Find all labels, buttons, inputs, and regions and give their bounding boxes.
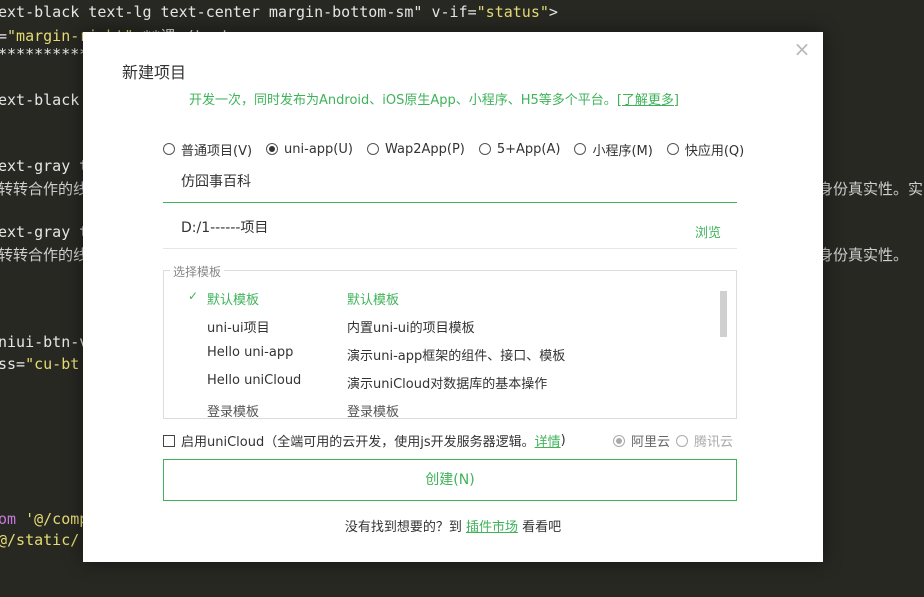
code-line: 身份真实性。实 — [818, 180, 924, 198]
template-selector: 选择模板 ✓ 默认模板 默认模板 uni-ui项目 内置uni-ui的项目模板 … — [163, 263, 737, 419]
new-project-dialog: × 新建项目 开发一次，同时发布为Android、iOS原生App、小程序、H5… — [83, 32, 823, 562]
template-desc: 登录模板 — [347, 405, 400, 417]
type-label: 普通项目(V) — [181, 143, 253, 159]
type-quick-app[interactable]: 快应用(Q) — [666, 140, 745, 159]
close-icon[interactable]: × — [793, 39, 811, 59]
radio-icon[interactable] — [666, 143, 679, 155]
footer-suffix: 看看吧 — [518, 520, 562, 535]
code-line: niui-btn-v — [0, 333, 89, 351]
template-list[interactable]: ✓ 默认模板 默认模板 uni-ui项目 内置uni-ui的项目模板 Hello… — [164, 289, 724, 417]
template-row[interactable]: uni-ui项目 内置uni-ui的项目模板 — [164, 317, 724, 345]
radio-checked-icon[interactable] — [266, 143, 279, 155]
type-label: uni-app(U) — [284, 141, 353, 157]
radio-icon[interactable] — [478, 143, 491, 155]
radio-checked-icon[interactable] — [613, 434, 625, 447]
project-path-input[interactable] — [181, 219, 661, 235]
type-label: 快应用(Q) — [684, 143, 745, 159]
code-line: ext-gray t — [0, 223, 89, 241]
code-line: ss="cu-bt — [0, 355, 80, 373]
template-name: 登录模板 — [207, 405, 260, 417]
radio-icon[interactable] — [163, 143, 175, 155]
subtitle-text: 开发一次，同时发布为Android、iOS原生App、小程序、H5等多个平台。 — [189, 93, 617, 108]
unicloud-label: 启用uniCloud（全端可用的云开发，使用js开发服务器逻辑。 — [181, 435, 535, 450]
unicloud-details-link[interactable]: 详情 — [535, 431, 561, 450]
provider-label: 腾讯云 — [694, 435, 734, 450]
type-uni-app[interactable]: uni-app(U) — [266, 140, 353, 158]
type-normal-project[interactable]: 普通项目(V) — [163, 140, 253, 159]
code-line: ext-black — [0, 91, 80, 109]
unicloud-checkbox[interactable] — [163, 434, 175, 447]
code-line: 转转合作的线 — [0, 246, 89, 264]
type-wap2app[interactable]: Wap2App(P) — [366, 140, 465, 158]
provider-aliyun[interactable]: 阿里云 — [613, 431, 670, 450]
type-mini-program[interactable]: 小程序(M) — [574, 140, 653, 159]
checkmark-icon: ✓ — [188, 289, 199, 303]
template-row[interactable]: Hello uni-app 演示uni-app框架的组件、接口、模板 — [164, 345, 724, 373]
template-row[interactable]: ✓ 默认模板 默认模板 — [164, 289, 724, 317]
template-scrollbar[interactable] — [720, 291, 727, 337]
type-label: Wap2App(P) — [384, 141, 465, 157]
project-name-input[interactable] — [181, 173, 741, 189]
template-name: 默认模板 — [207, 293, 260, 308]
template-desc: 演示uniCloud对数据库的基本操作 — [347, 377, 548, 392]
template-row[interactable]: 登录模板 登录模板 — [164, 401, 724, 417]
type-label: 5+App(A) — [496, 141, 561, 157]
provider-tencent[interactable]: 腾讯云 — [676, 431, 733, 450]
provider-label: 阿里云 — [631, 435, 671, 450]
code-line: ext-black text-lg text-center margin-bot… — [0, 3, 558, 21]
type-5plus-app[interactable]: 5+App(A) — [478, 140, 561, 158]
radio-icon[interactable] — [366, 143, 379, 155]
project-type-group: 普通项目(V) uni-app(U) Wap2App(P) 5+App(A) 小… — [163, 140, 758, 159]
code-line: 身份真实性。 — [818, 246, 909, 264]
radio-icon[interactable] — [574, 143, 587, 155]
template-row[interactable]: Hello uniCloud 演示uniCloud对数据库的基本操作 — [164, 373, 724, 401]
code-line: @/static/ — [0, 531, 80, 549]
project-name-field — [163, 167, 741, 203]
browse-button[interactable]: 浏览 — [695, 222, 721, 241]
code-line: 转转合作的线 — [0, 180, 89, 198]
unicloud-option: 启用uniCloud（全端可用的云开发，使用js开发服务器逻辑。 详情) — [163, 431, 566, 450]
plugin-market-link[interactable]: 插件市场 — [466, 520, 518, 535]
unicloud-close-paren: ) — [560, 433, 566, 448]
footer-prefix: 没有找到想要的？到 — [344, 520, 466, 535]
type-label: 小程序(M) — [592, 143, 653, 159]
project-path-field: 浏览 — [163, 213, 737, 249]
radio-icon[interactable] — [676, 434, 689, 447]
dialog-title: 新建项目 — [122, 63, 187, 82]
template-desc: 内置uni-ui的项目模板 — [347, 321, 475, 336]
footer-hint: 没有找到想要的？到 插件市场 看看吧 — [83, 516, 823, 535]
learn-more-link[interactable]: [了解更多] — [617, 93, 679, 108]
dialog-subtitle: 开发一次，同时发布为Android、iOS原生App、小程序、H5等多个平台。[… — [189, 89, 679, 108]
cloud-provider-group: 阿里云 腾讯云 — [613, 431, 739, 450]
code-line: om '@/comp — [0, 510, 89, 528]
template-desc: 默认模板 — [347, 293, 400, 308]
template-name: Hello uni-app — [207, 345, 294, 360]
create-button[interactable]: 创建(N) — [163, 459, 737, 501]
code-line: ext-gray t — [0, 157, 89, 175]
template-legend: 选择模板 — [170, 263, 225, 280]
template-name: uni-ui项目 — [207, 321, 270, 336]
template-desc: 演示uni-app框架的组件、接口、模板 — [347, 349, 566, 364]
template-name: Hello uniCloud — [207, 373, 302, 388]
